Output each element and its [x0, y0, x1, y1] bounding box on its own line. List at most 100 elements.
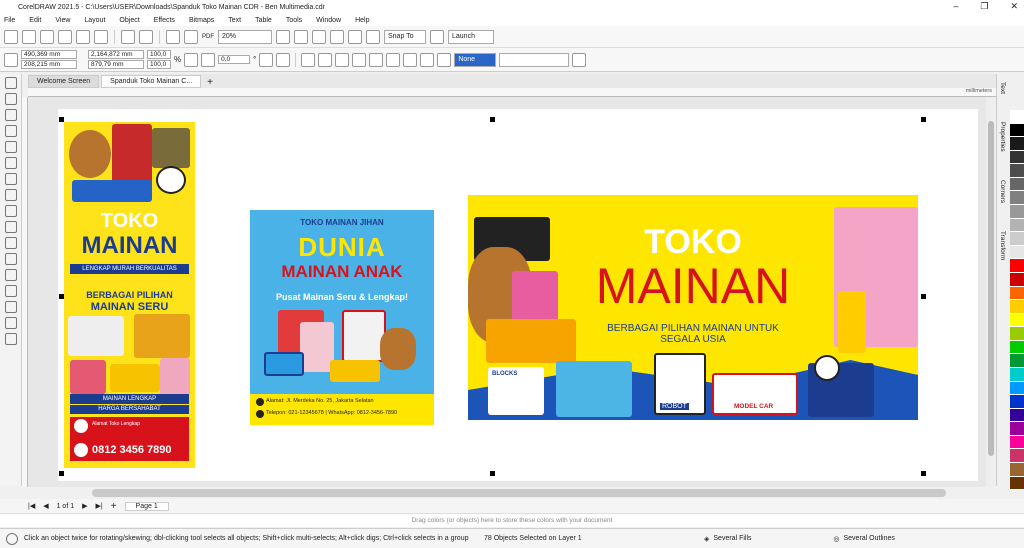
cloud-upload-icon[interactable]	[58, 29, 72, 44]
freehand-tool-icon[interactable]	[5, 141, 17, 153]
palette-swatch[interactable]	[1010, 435, 1024, 450]
palette-swatch[interactable]	[1010, 463, 1024, 477]
artistic-media-icon[interactable]	[5, 157, 17, 169]
horizontal-ruler[interactable]: millimeters	[28, 88, 996, 97]
line-end-icon[interactable]	[572, 52, 587, 67]
first-page-icon[interactable]: |◀	[28, 502, 35, 510]
palette-swatch[interactable]	[1010, 354, 1024, 368]
horizontal-scrollbar[interactable]	[92, 489, 946, 497]
menu-view[interactable]: View	[55, 17, 70, 24]
menu-window[interactable]: Window	[316, 17, 341, 24]
y-position-field[interactable]: 208,215 mm	[21, 60, 77, 69]
palette-swatch[interactable]	[1010, 218, 1024, 233]
document-palette[interactable]: Drag colors (or objects) here to store t…	[0, 513, 1024, 527]
palette-swatch[interactable]	[1010, 232, 1024, 246]
palette-swatch[interactable]	[1010, 476, 1024, 491]
blend-tool-icon[interactable]	[5, 269, 17, 281]
last-page-icon[interactable]: ▶|	[96, 502, 103, 510]
zoom-combo[interactable]: 20%	[218, 29, 272, 44]
menu-help[interactable]: Help	[355, 17, 369, 24]
zoom-tool-icon[interactable]	[5, 125, 17, 137]
docker-tab-properties[interactable]: Properties	[999, 122, 1006, 152]
selection-handle-br[interactable]	[921, 471, 926, 476]
eyedropper-tool-icon[interactable]	[5, 301, 17, 313]
save-icon[interactable]	[40, 29, 54, 44]
palette-swatch[interactable]	[1010, 259, 1024, 273]
minimize-icon[interactable]: –	[953, 1, 958, 12]
palette-swatch[interactable]	[1010, 313, 1024, 328]
docker-tab-corners[interactable]: Corners	[999, 180, 1006, 203]
palette-swatch[interactable]	[1010, 449, 1024, 464]
design-landscape-banner[interactable]: BLOCKS ROBOT MODEL CAR TOKO MAINAN BERBA…	[468, 195, 918, 420]
vertical-scrollbar[interactable]	[986, 97, 996, 487]
lock-ratio-icon[interactable]	[184, 52, 199, 67]
restore-icon[interactable]: ❐	[980, 1, 988, 12]
palette-swatch[interactable]	[1010, 137, 1024, 151]
menu-text[interactable]: Text	[228, 17, 241, 24]
palette-swatch[interactable]	[1010, 110, 1024, 124]
fill-dropdown[interactable]: None	[454, 52, 497, 67]
docker-tab-text[interactable]: Text	[999, 82, 1006, 94]
back-minus-front-icon[interactable]	[386, 52, 401, 67]
palette-swatch[interactable]	[1010, 381, 1024, 396]
palette-swatch[interactable]	[1010, 191, 1024, 206]
menu-effects[interactable]: Effects	[154, 17, 175, 24]
mirror-horizontal-icon[interactable]	[259, 52, 274, 67]
height-field[interactable]: 879,79 mm	[88, 60, 144, 69]
text-tool-icon[interactable]	[5, 221, 17, 233]
palette-swatch[interactable]	[1010, 327, 1024, 341]
tab-page-1[interactable]: Page 1	[124, 501, 169, 511]
crop-tool-icon[interactable]	[5, 109, 17, 121]
rotate-icon[interactable]	[201, 52, 216, 67]
grid-icon[interactable]	[312, 29, 326, 44]
mirror-vertical-icon[interactable]	[276, 52, 291, 67]
intersect-icon[interactable]	[335, 52, 350, 67]
menu-layout[interactable]: Layout	[84, 17, 105, 24]
palette-swatch[interactable]	[1010, 408, 1024, 423]
palette-swatch[interactable]	[1010, 286, 1024, 301]
menu-edit[interactable]: Edit	[29, 17, 41, 24]
export-icon[interactable]	[184, 29, 198, 44]
design-vertical-banner[interactable]: TOKO MAINAN LENGKAP MURAH BERKUALITAS BE…	[64, 122, 195, 468]
palette-swatch[interactable]	[1010, 272, 1024, 287]
shape-tool-icon[interactable]	[5, 93, 17, 105]
rectangle-tool-icon[interactable]	[5, 173, 17, 185]
new-document-icon[interactable]	[4, 29, 18, 44]
interactive-fill-icon[interactable]	[5, 317, 17, 329]
selection-handle-tr[interactable]	[921, 117, 926, 122]
ellipse-tool-icon[interactable]	[5, 189, 17, 201]
options-gear-icon[interactable]	[430, 29, 444, 44]
palette-swatch[interactable]	[1010, 367, 1024, 382]
align-distribute-icon[interactable]	[420, 52, 435, 67]
scale-y-field[interactable]: 100,0	[147, 60, 171, 69]
create-boundary-icon[interactable]	[403, 52, 418, 67]
angle-field[interactable]: 0,0	[218, 55, 251, 64]
cloud-download-icon[interactable]	[76, 29, 90, 44]
palette-swatch[interactable]	[1010, 177, 1024, 192]
selection-handle-bl[interactable]	[59, 471, 64, 476]
palette-swatch[interactable]	[1010, 340, 1024, 355]
palette-swatch[interactable]	[1010, 245, 1024, 260]
pdf-label[interactable]: PDF	[202, 34, 214, 40]
palette-swatch[interactable]	[1010, 395, 1024, 409]
launch-dropdown[interactable]: Launch	[448, 29, 494, 44]
full-screen-icon[interactable]	[276, 29, 290, 44]
selection-handle-mr[interactable]	[921, 294, 926, 299]
import-icon[interactable]	[166, 29, 180, 44]
front-minus-back-icon[interactable]	[369, 52, 384, 67]
outline-style-dropdown[interactable]	[499, 52, 570, 67]
menu-file[interactable]: File	[4, 17, 15, 24]
trim-icon[interactable]	[318, 52, 333, 67]
selection-handle-bc[interactable]	[490, 471, 495, 476]
outline-pen-icon[interactable]	[437, 52, 452, 67]
next-page-icon[interactable]: ▶	[82, 502, 87, 510]
alignment-icon[interactable]	[348, 29, 362, 44]
close-icon[interactable]: ✕	[1010, 1, 1018, 12]
palette-swatch[interactable]	[1010, 164, 1024, 178]
design-square-poster[interactable]: TOKO MAINAN JIHAN DUNIA MAINAN ANAK Pusa…	[250, 210, 434, 425]
open-icon[interactable]	[22, 29, 36, 44]
menu-object[interactable]: Object	[119, 17, 139, 24]
connector-tool-icon[interactable]	[5, 253, 17, 265]
menu-bitmaps[interactable]: Bitmaps	[189, 17, 214, 24]
redo-icon[interactable]	[139, 29, 153, 44]
